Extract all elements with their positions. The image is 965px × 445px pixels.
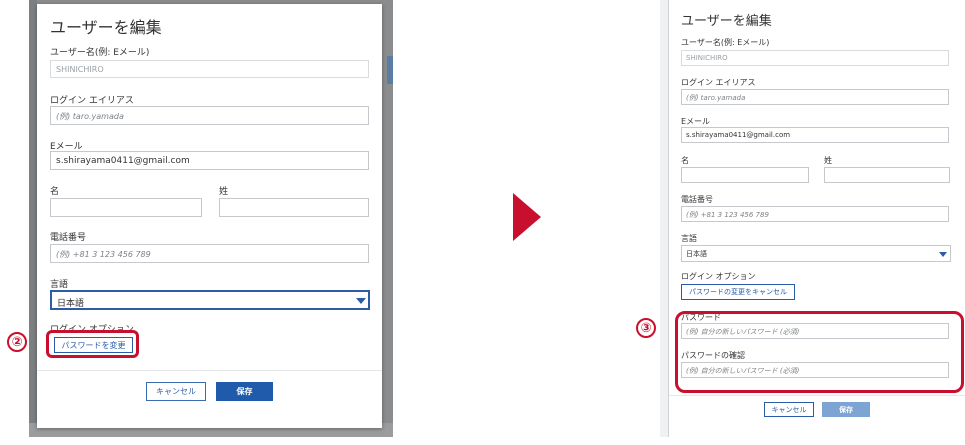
language-selected-value: 日本語 [57,299,85,309]
step-2-marker: ② [7,332,27,352]
cancel-button[interactable]: キャンセル [764,402,814,417]
cancel-password-change-button[interactable]: パスワードの変更をキャンセル [681,284,795,300]
last-name-label: 姓 [824,156,832,165]
phone-label: 電話番号 [50,233,87,243]
dialog-title: ユーザーを編集 [50,18,162,37]
highlight-box [675,311,964,393]
backdrop-accent [387,56,393,84]
last-name-input[interactable] [219,198,369,217]
footer-divider [37,370,382,371]
save-button[interactable]: 保存 [822,402,870,417]
phone-input[interactable]: (例) +81 3 123 456 789 [50,244,369,263]
save-button[interactable]: 保存 [216,382,273,401]
chevron-down-icon [939,252,947,257]
phone-input[interactable]: (例) +81 3 123 456 789 [681,206,949,222]
footer-divider [669,395,965,396]
highlight-box [46,330,139,358]
first-name-label: 名 [681,156,689,165]
email-input[interactable]: s.shirayama0411@gmail.com [681,127,949,143]
first-name-input[interactable] [681,167,809,183]
edit-user-dialog-expanded: ユーザーを編集 ユーザー名(例: Eメール) SHINICHIRO ログイン エ… [668,0,965,437]
username-label: ユーザー名(例: Eメール) [50,48,150,58]
cancel-button[interactable]: キャンセル [146,382,206,401]
dialog-title: ユーザーを編集 [681,14,772,29]
step-3-marker: ③ [636,318,656,338]
email-label: Eメール [681,117,711,126]
alias-input[interactable]: (例) taro.yamada [681,89,949,105]
username-field: SHINICHIRO [681,50,949,66]
arrow-right-icon [513,193,541,241]
alias-label: ログイン エイリアス [50,96,134,106]
backdrop-strip [660,0,668,437]
last-name-label: 姓 [219,187,229,197]
language-selected-value: 日本語 [686,250,707,258]
last-name-input[interactable] [824,167,950,183]
email-input[interactable]: s.shirayama0411@gmail.com [50,151,369,170]
username-label: ユーザー名(例: Eメール) [681,38,770,47]
username-field: SHINICHIRO [50,60,369,78]
tutorial-figure: ユーザーを編集 ユーザー名(例: Eメール) SHINICHIRO ログイン エ… [0,0,965,445]
phone-label: 電話番号 [681,195,713,204]
backdrop-sidebar [29,0,37,437]
first-name-input[interactable] [50,198,202,217]
alias-label: ログイン エイリアス [681,78,756,87]
language-select[interactable]: 日本語 [681,245,951,262]
language-label: 言語 [681,234,697,243]
chevron-down-icon [356,298,366,304]
login-option-label: ログイン オプション [681,272,756,281]
language-label: 言語 [50,280,69,290]
first-name-label: 名 [50,187,60,197]
language-select[interactable]: 日本語 [50,290,370,310]
edit-user-dialog: ユーザーを編集 ユーザー名(例: Eメール) SHINICHIRO ログイン エ… [37,4,382,428]
alias-input[interactable]: (例) taro.yamada [50,106,369,125]
